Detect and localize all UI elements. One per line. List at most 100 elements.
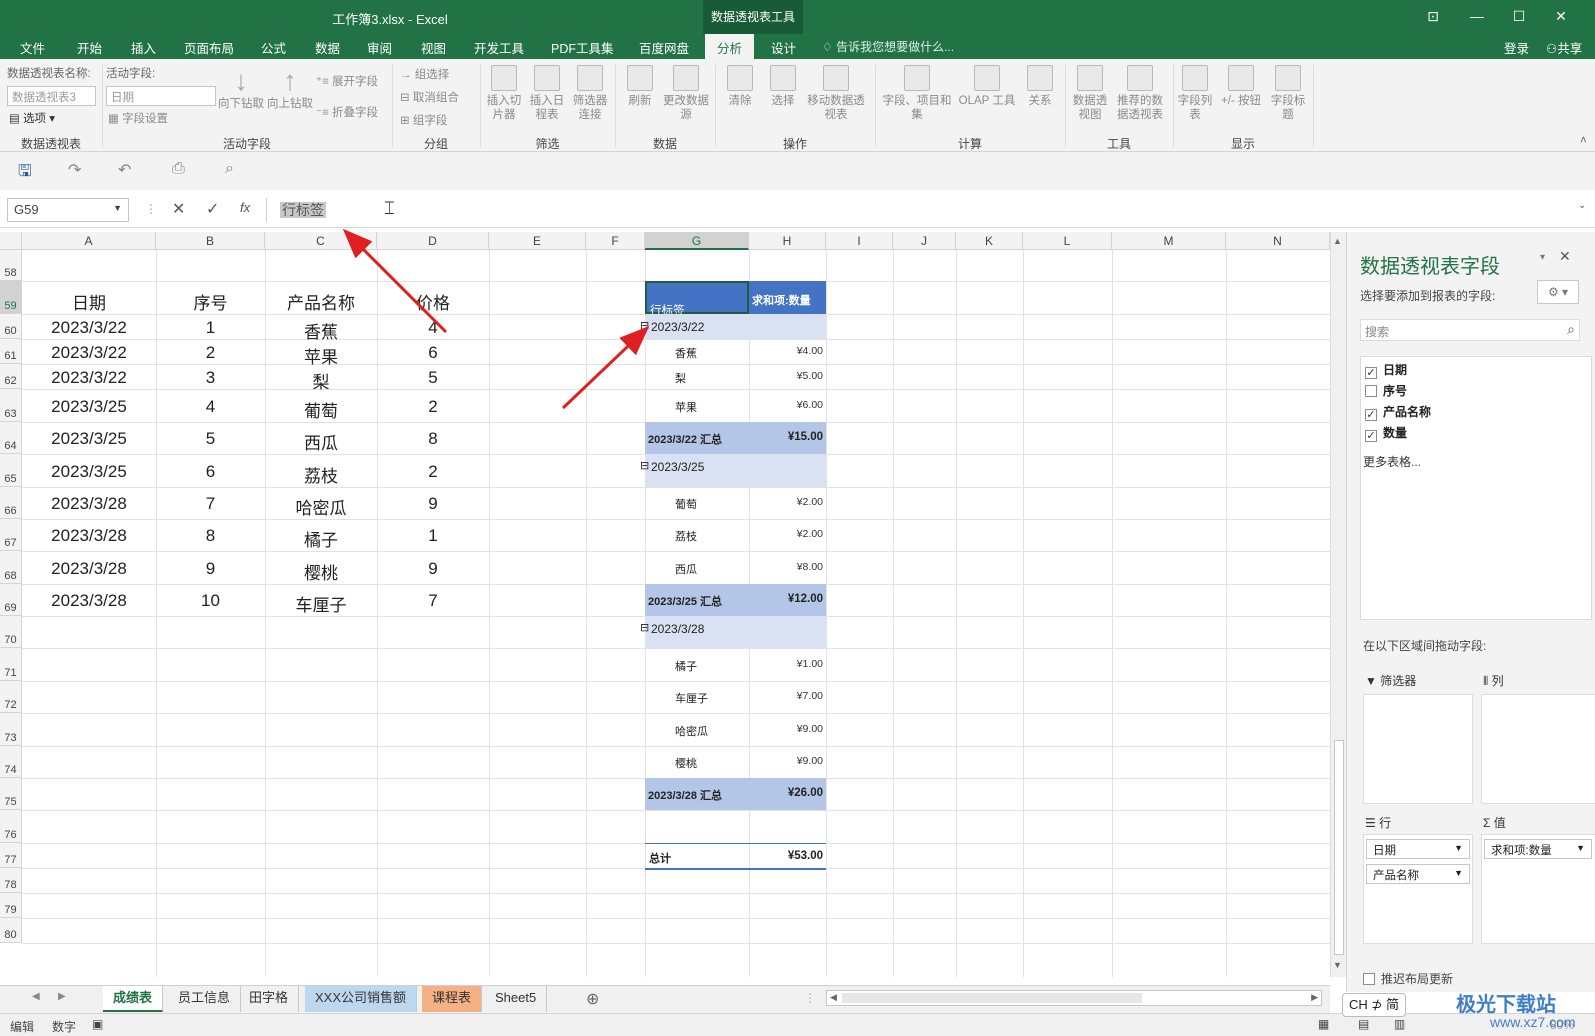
table-cell[interactable]: 7 [377, 591, 489, 611]
table-cell[interactable]: 荔枝 [265, 462, 377, 487]
pane-options-icon[interactable]: ▾ [1540, 252, 1545, 263]
row-header-73[interactable]: 73 [0, 713, 22, 746]
redo-icon[interactable]: ↷ [68, 160, 81, 180]
tab-review[interactable]: 审阅 [367, 38, 392, 57]
tab-insert[interactable]: 插入 [131, 38, 156, 57]
relationships-button[interactable]: 关系 [1020, 65, 1060, 108]
collapse-field-button[interactable]: ⁻≡ 折叠字段 [316, 104, 378, 120]
enter-icon[interactable]: ✓ [206, 199, 219, 219]
collapse-toggle-icon[interactable]: ⊟ [640, 459, 649, 472]
pivot-group-date[interactable]: 2023/3/22 [651, 320, 704, 334]
defer-update-checkbox[interactable]: 推迟布局更新 [1363, 970, 1453, 987]
column-header-h[interactable]: H [749, 232, 826, 250]
cancel-icon[interactable]: ✕ [172, 199, 185, 219]
pivot-item-value[interactable]: ¥7.00 [760, 690, 823, 702]
column-header-i[interactable]: I [826, 232, 893, 250]
prev-sheet-icon[interactable]: ◀ [32, 991, 40, 1002]
recommended-pivot-button[interactable]: 推荐的数据透视表 [1112, 65, 1168, 122]
pivot-subtotal-label[interactable]: 2023/3/25 汇总 [648, 593, 722, 609]
pivot-total-value[interactable]: ¥53.00 [760, 850, 823, 862]
row-header-68[interactable]: 68 [0, 551, 22, 584]
print-preview-icon[interactable]: ⎙ [172, 160, 185, 178]
table-cell[interactable]: 7 [156, 494, 265, 514]
move-pivot-button[interactable]: 移动数据透视表 [806, 65, 866, 122]
table-cell[interactable]: 哈密瓜 [265, 494, 377, 519]
field-item-date[interactable]: ✓ 日期 [1365, 361, 1407, 379]
table-cell[interactable]: 2023/3/25 [22, 462, 156, 482]
next-sheet-icon[interactable]: ▶ [58, 991, 66, 1002]
zoom-preview-icon[interactable]: ⌕ [225, 160, 234, 178]
tab-pdf-tools[interactable]: PDF工具集 [551, 38, 614, 57]
scroll-right-icon[interactable]: ▶ [1311, 992, 1318, 1003]
sheet-tab-scores[interactable]: 成绩表 [103, 986, 164, 1012]
change-source-button[interactable]: 更改数据源 [663, 65, 709, 122]
table-cell[interactable]: 4 [377, 318, 489, 338]
minimize-button[interactable]: — [1462, 8, 1492, 24]
checkbox-checked-icon[interactable]: ✓ [1365, 409, 1377, 421]
sheet-tab-grid[interactable]: 田字格 [239, 986, 300, 1012]
pivot-item-value[interactable]: ¥1.00 [760, 658, 823, 670]
table-cell[interactable]: 梨 [265, 368, 377, 393]
row-header-69[interactable]: 69 [0, 584, 22, 616]
pivot-subtotal-label[interactable]: 2023/3/22 汇总 [648, 431, 722, 447]
table-cell[interactable]: 2023/3/28 [22, 494, 156, 514]
tab-page-layout[interactable]: 页面布局 [184, 38, 234, 57]
pivot-subtotal-value[interactable]: ¥26.00 [760, 787, 823, 799]
sheet-tab-schedule[interactable]: 课程表 [422, 986, 483, 1012]
table-cell[interactable]: 橘子 [265, 526, 377, 551]
row-header-65[interactable]: 65 [0, 454, 22, 487]
pivot-item-value[interactable]: ¥6.00 [760, 399, 823, 411]
table-cell[interactable]: 2023/3/28 [22, 559, 156, 579]
row-header-80[interactable]: 80 [0, 918, 22, 943]
pivot-item-value[interactable]: ¥2.00 [760, 496, 823, 508]
field-item-seq[interactable]: 序号 [1365, 382, 1407, 399]
ribbon-display-icon[interactable]: ⊡ [1418, 8, 1448, 25]
pivot-item-value[interactable]: ¥9.00 [760, 723, 823, 735]
formula-input[interactable]: 行标签 [274, 198, 1584, 222]
checkbox-checked-icon[interactable]: ✓ [1365, 367, 1377, 379]
row-header-74[interactable]: 74 [0, 746, 22, 778]
insert-timeline-button[interactable]: 插入日程表 [527, 65, 567, 122]
insert-slicer-button[interactable]: 插入切片器 [484, 65, 524, 122]
table-cell[interactable]: 2023/3/22 [22, 343, 156, 363]
table-cell[interactable]: 8 [377, 429, 489, 449]
table-cell[interactable]: 6 [156, 462, 265, 482]
field-settings-button[interactable]: ▦ 字段设置 [108, 110, 168, 126]
insert-function-icon[interactable]: fx [240, 200, 250, 215]
table-cell[interactable]: 2 [377, 397, 489, 417]
collapse-ribbon-icon[interactable]: ˄ [1580, 135, 1587, 147]
pivot-chart-button[interactable]: 数据透视图 [1070, 65, 1110, 122]
row-header-58[interactable]: 58 [0, 250, 22, 281]
checkbox-empty-icon[interactable] [1363, 973, 1375, 985]
group-field-button[interactable]: ⊞ 组字段 [400, 112, 447, 128]
row-header-60[interactable]: 60 [0, 314, 22, 339]
pivot-group-date[interactable]: 2023/3/28 [651, 622, 704, 636]
row-header-63[interactable]: 63 [0, 389, 22, 422]
row-field-product[interactable]: 产品名称 [1366, 864, 1470, 884]
scroll-down-icon[interactable]: ▼ [1333, 960, 1342, 970]
plus-minus-button[interactable]: +/- 按钮 [1215, 65, 1267, 108]
pivot-item-name[interactable]: 哈密瓜 [675, 723, 708, 739]
table-cell[interactable]: 10 [156, 591, 265, 611]
refresh-button[interactable]: 刷新 [620, 65, 660, 108]
tab-design[interactable]: 设计 [771, 38, 796, 57]
row-header-70[interactable]: 70 [0, 616, 22, 648]
add-sheet-icon[interactable]: ⊕ [586, 989, 599, 1009]
field-headers-button[interactable]: 字段标题 [1270, 65, 1306, 122]
hscroll-thumb[interactable] [842, 993, 1142, 1003]
row-header-64[interactable]: 64 [0, 422, 22, 454]
column-header-g[interactable]: G [645, 232, 749, 250]
login-link[interactable]: 登录 [1504, 38, 1529, 57]
table-cell[interactable]: 苹果 [265, 343, 377, 368]
row-header-71[interactable]: 71 [0, 648, 22, 681]
row-header-62[interactable]: 62 [0, 364, 22, 389]
gear-icon[interactable]: ⚙ ▾ [1537, 280, 1579, 304]
table-cell[interactable]: 2023/3/22 [22, 318, 156, 338]
table-cell[interactable]: 西瓜 [265, 429, 377, 454]
columns-drop-area[interactable] [1481, 694, 1595, 804]
table-cell[interactable]: 3 [156, 368, 265, 388]
rows-drop-area[interactable]: 日期 产品名称 [1363, 834, 1473, 944]
table-cell[interactable]: 9 [156, 559, 265, 579]
column-header-n[interactable]: N [1226, 232, 1330, 250]
split-handle-icon[interactable]: ⋮ [804, 991, 816, 1005]
